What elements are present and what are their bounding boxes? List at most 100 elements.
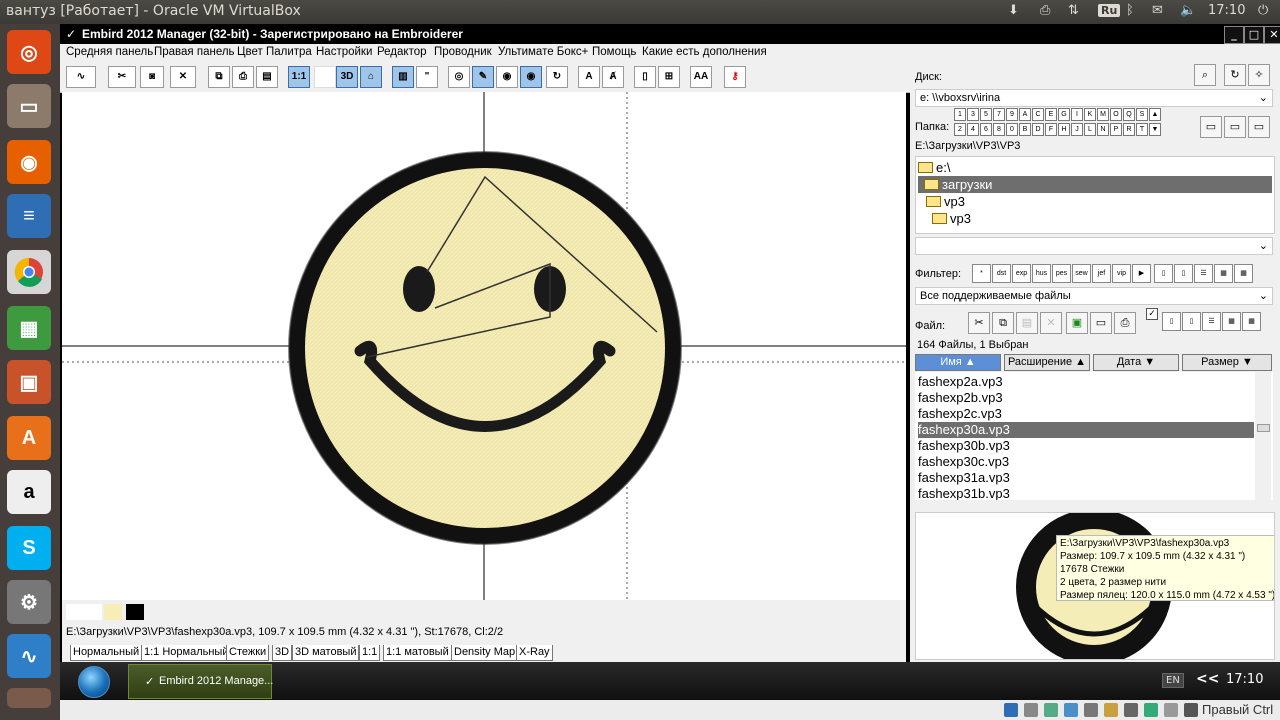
list-item[interactable]: fashexp31a.vp3 [918, 470, 1254, 486]
clock[interactable]: 17:10 [1208, 3, 1245, 18]
grid-view-icon[interactable]: ▦ [1222, 312, 1241, 331]
text-style-icon[interactable]: Ⱥ [602, 66, 624, 88]
tree-item[interactable]: vp3 [918, 210, 1272, 227]
volume-icon[interactable]: 🔈 [1180, 3, 1196, 18]
folder-key[interactable]: 9 [1006, 108, 1018, 121]
scrollbar-thumb[interactable] [1257, 424, 1270, 432]
key-icon[interactable]: ⚷ [724, 66, 746, 88]
folder-key[interactable]: K [1084, 108, 1096, 121]
firefox-icon[interactable]: ◉ [7, 140, 51, 184]
folder-key[interactable]: B [1019, 123, 1031, 136]
list-item[interactable]: fashexp30b.vp3 [918, 438, 1254, 454]
view-icon-1[interactable]: ▯ [1154, 264, 1173, 283]
quote-icon[interactable]: " [416, 66, 438, 88]
font-button[interactable]: AA [690, 66, 712, 88]
copy-icon[interactable]: ⧉ [992, 312, 1014, 334]
view-1to1-button[interactable]: 1:1 [288, 66, 310, 88]
folder-key[interactable]: I [1071, 108, 1083, 121]
3d-matte-icon[interactable]: ⌂ [360, 66, 382, 88]
folder-key[interactable]: O [1110, 108, 1122, 121]
folder-key[interactable]: Q [1123, 108, 1135, 121]
design-canvas[interactable] [62, 92, 906, 600]
pages-icon[interactable]: ▯ [634, 66, 656, 88]
copy-icon[interactable]: ⧉ [208, 66, 230, 88]
view-3d-button[interactable]: 3D [336, 66, 358, 88]
folder-key[interactable]: 3 [967, 108, 979, 121]
minimize-button[interactable]: _ [1224, 26, 1244, 44]
folder-key[interactable]: M [1097, 108, 1109, 121]
scroll-down-icon[interactable]: ▼ [1149, 123, 1161, 136]
filter-exp-button[interactable]: exp [1012, 264, 1031, 283]
tab-1to1[interactable]: 1:1 [359, 645, 381, 661]
mouse-icon[interactable] [1184, 703, 1198, 717]
camera-icon[interactable]: ◙ [140, 66, 164, 88]
tab-stitches[interactable]: Стежки [226, 645, 270, 661]
cd-icon[interactable] [1024, 703, 1038, 717]
list-item-selected[interactable]: fashexp30a.vp3 [918, 422, 1254, 438]
network-icon[interactable] [1064, 703, 1078, 717]
display-icon[interactable] [1124, 703, 1138, 717]
file-list-scrollbar[interactable] [1255, 372, 1271, 500]
save-icon[interactable]: ▣ [1066, 312, 1088, 334]
folder-key[interactable]: G [1058, 108, 1070, 121]
view-icon-2[interactable]: ▯ [1174, 264, 1193, 283]
tree-item-selected[interactable]: загрузки [918, 176, 1272, 193]
print-icon[interactable]: ⎙ [1114, 312, 1136, 334]
text-button[interactable]: A [578, 66, 600, 88]
filter-more-icon[interactable]: ▶ [1132, 264, 1151, 283]
zoom-icon[interactable]: ⌕ [1194, 64, 1216, 86]
menu-color-palette[interactable]: Цвет Палитра [237, 46, 312, 58]
monitor-icon[interactable]: ∿ [7, 634, 51, 678]
cross-icon[interactable]: ✕ [170, 66, 196, 88]
list-view-icon[interactable]: ☰ [1202, 312, 1221, 331]
folder-key[interactable]: F [1045, 123, 1057, 136]
printer-icon[interactable]: ⎙ [1040, 3, 1050, 18]
grid-view-icon[interactable]: ▦ [1214, 264, 1233, 283]
rename-icon[interactable]: ▭ [1090, 312, 1112, 334]
start-button[interactable] [78, 666, 110, 698]
hdd-icon[interactable] [1004, 703, 1018, 717]
filter-dst-button[interactable]: dst [992, 264, 1011, 283]
tab-x-ray[interactable]: X-Ray [516, 645, 553, 661]
software-center-icon[interactable]: A [7, 416, 51, 460]
filter-jef-button[interactable]: jef [1092, 264, 1111, 283]
needle-icon[interactable]: ✎ [472, 66, 494, 88]
folder-key[interactable]: D [1032, 123, 1044, 136]
maximize-button[interactable]: □ [1244, 26, 1264, 44]
list-item[interactable]: fashexp2c.vp3 [918, 406, 1254, 422]
folder-key[interactable]: C [1032, 108, 1044, 121]
menu-explorer[interactable]: Проводник [434, 46, 492, 58]
tab-1to1-normal[interactable]: 1:1 Нормальный [141, 645, 232, 661]
tools-icon[interactable]: ✧ [1248, 64, 1270, 86]
column-extension[interactable]: Расширение ▲ [1004, 354, 1090, 371]
color-swatch-1[interactable] [66, 604, 102, 620]
keyboard-icon[interactable]: ⬇ [1008, 3, 1019, 18]
color-swatch-3[interactable] [126, 604, 144, 620]
eye-icon[interactable]: ◉ [496, 66, 518, 88]
hoop-icon[interactable]: ◎ [448, 66, 470, 88]
power-icon[interactable]: ⏻ [1258, 3, 1268, 18]
folder-key[interactable]: 6 [980, 123, 992, 136]
writer-icon[interactable]: ≡ [7, 194, 51, 238]
tab-1to1-matte[interactable]: 1:1 матовый [383, 645, 452, 661]
bluetooth-icon[interactable]: ᛒ [1126, 3, 1134, 18]
menu-settings[interactable]: Настройки [316, 46, 372, 58]
column-size[interactable]: Размер ▼ [1182, 354, 1272, 371]
list-item[interactable]: fashexp2a.vp3 [918, 374, 1254, 390]
folder-key[interactable]: J [1071, 123, 1083, 136]
open-folder-icon[interactable]: ▭ [1224, 116, 1246, 138]
stitch-icon[interactable]: ∿ [66, 66, 96, 88]
ruler-icon[interactable]: ▥ [392, 66, 414, 88]
color-swatch-2[interactable] [104, 604, 122, 620]
folder-key[interactable]: 7 [993, 108, 1005, 121]
tab-density-map[interactable]: Density Map [451, 645, 519, 661]
tab-normal[interactable]: Нормальный [70, 645, 143, 661]
folder-key[interactable]: P [1110, 123, 1122, 136]
usb-icon[interactable] [1084, 703, 1098, 717]
taskbar-embird-button[interactable]: ✓ Embird 2012 Manage... [128, 664, 273, 699]
audio-icon[interactable] [1044, 703, 1058, 717]
refresh-icon[interactable]: ↻ [546, 66, 568, 88]
folder-key[interactable]: S [1136, 108, 1148, 121]
tree-item[interactable]: vp3 [918, 193, 1272, 210]
view-icon-3[interactable]: ▯ [1162, 312, 1181, 331]
